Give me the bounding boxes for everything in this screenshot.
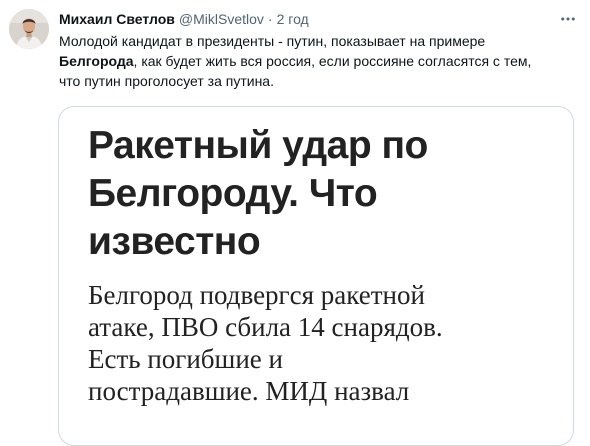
author-handle[interactable]: @MiklSvetlov bbox=[179, 9, 264, 29]
author-name[interactable]: Михаил Светлов bbox=[59, 9, 175, 29]
tweet-text-line: Белгорода, как будет жить вся россия, ес… bbox=[59, 51, 569, 71]
card-headline-line: Ракетный удар по bbox=[88, 124, 428, 167]
more-options-button[interactable] bbox=[558, 9, 578, 29]
avatar[interactable] bbox=[9, 9, 49, 49]
tweet-text-bold: Белгорода bbox=[59, 53, 134, 69]
card-lead: Белгород подвергся ракетной атаке, ПВО с… bbox=[88, 279, 558, 407]
tweet[interactable]: Михаил Светлов @MiklSvetlov · 2 год Моло… bbox=[0, 0, 590, 446]
link-card[interactable]: Ракетный удар по Белгороду. Что известно… bbox=[58, 106, 574, 446]
tweet-header: Михаил Светлов @MiklSvetlov · 2 год bbox=[59, 9, 309, 29]
card-headline-line: Белгороду. Что bbox=[88, 172, 378, 215]
tweet-text-line: что путин проголосует за путина. bbox=[59, 73, 274, 89]
card-lead-line: Есть погибшие и bbox=[88, 344, 283, 374]
card-lead-line: Белгород подвергся ракетной bbox=[88, 280, 425, 310]
tweet-text: Молодой кандидат в президенты - путин, п… bbox=[59, 31, 569, 91]
card-headline: Ракетный удар по Белгороду. Что известно bbox=[88, 122, 528, 266]
tweet-timestamp[interactable]: 2 год bbox=[277, 9, 309, 29]
tweet-text-segment: , как будет жить вся россия, если россия… bbox=[133, 53, 532, 69]
more-horizontal-icon bbox=[561, 17, 575, 21]
avatar-photo bbox=[9, 9, 49, 49]
card-headline-line: известно bbox=[88, 220, 261, 263]
tweet-text-line: Молодой кандидат в президенты - путин, п… bbox=[59, 33, 486, 49]
card-lead-line: пострадавшие. МИД назвал bbox=[88, 376, 410, 406]
header-separator: · bbox=[267, 11, 273, 27]
card-lead-line: атаке, ПВО сбила 14 снарядов. bbox=[88, 312, 443, 342]
